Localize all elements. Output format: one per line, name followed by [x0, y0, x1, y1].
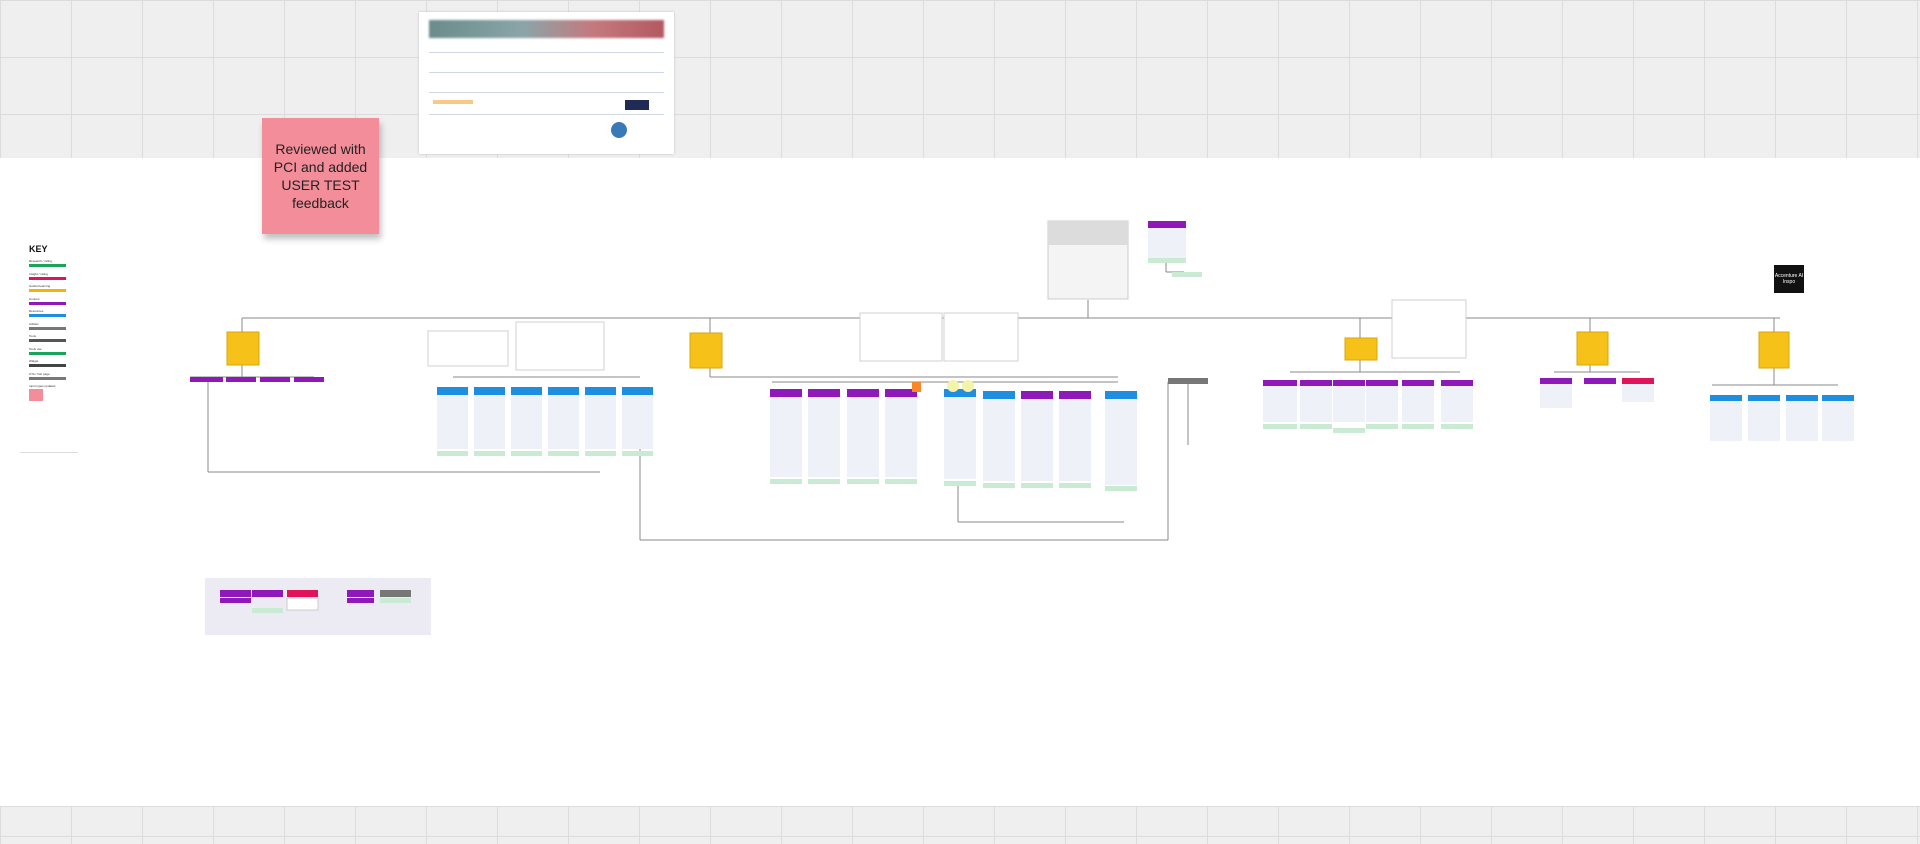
sitemap-diagram[interactable]	[0, 0, 1920, 844]
